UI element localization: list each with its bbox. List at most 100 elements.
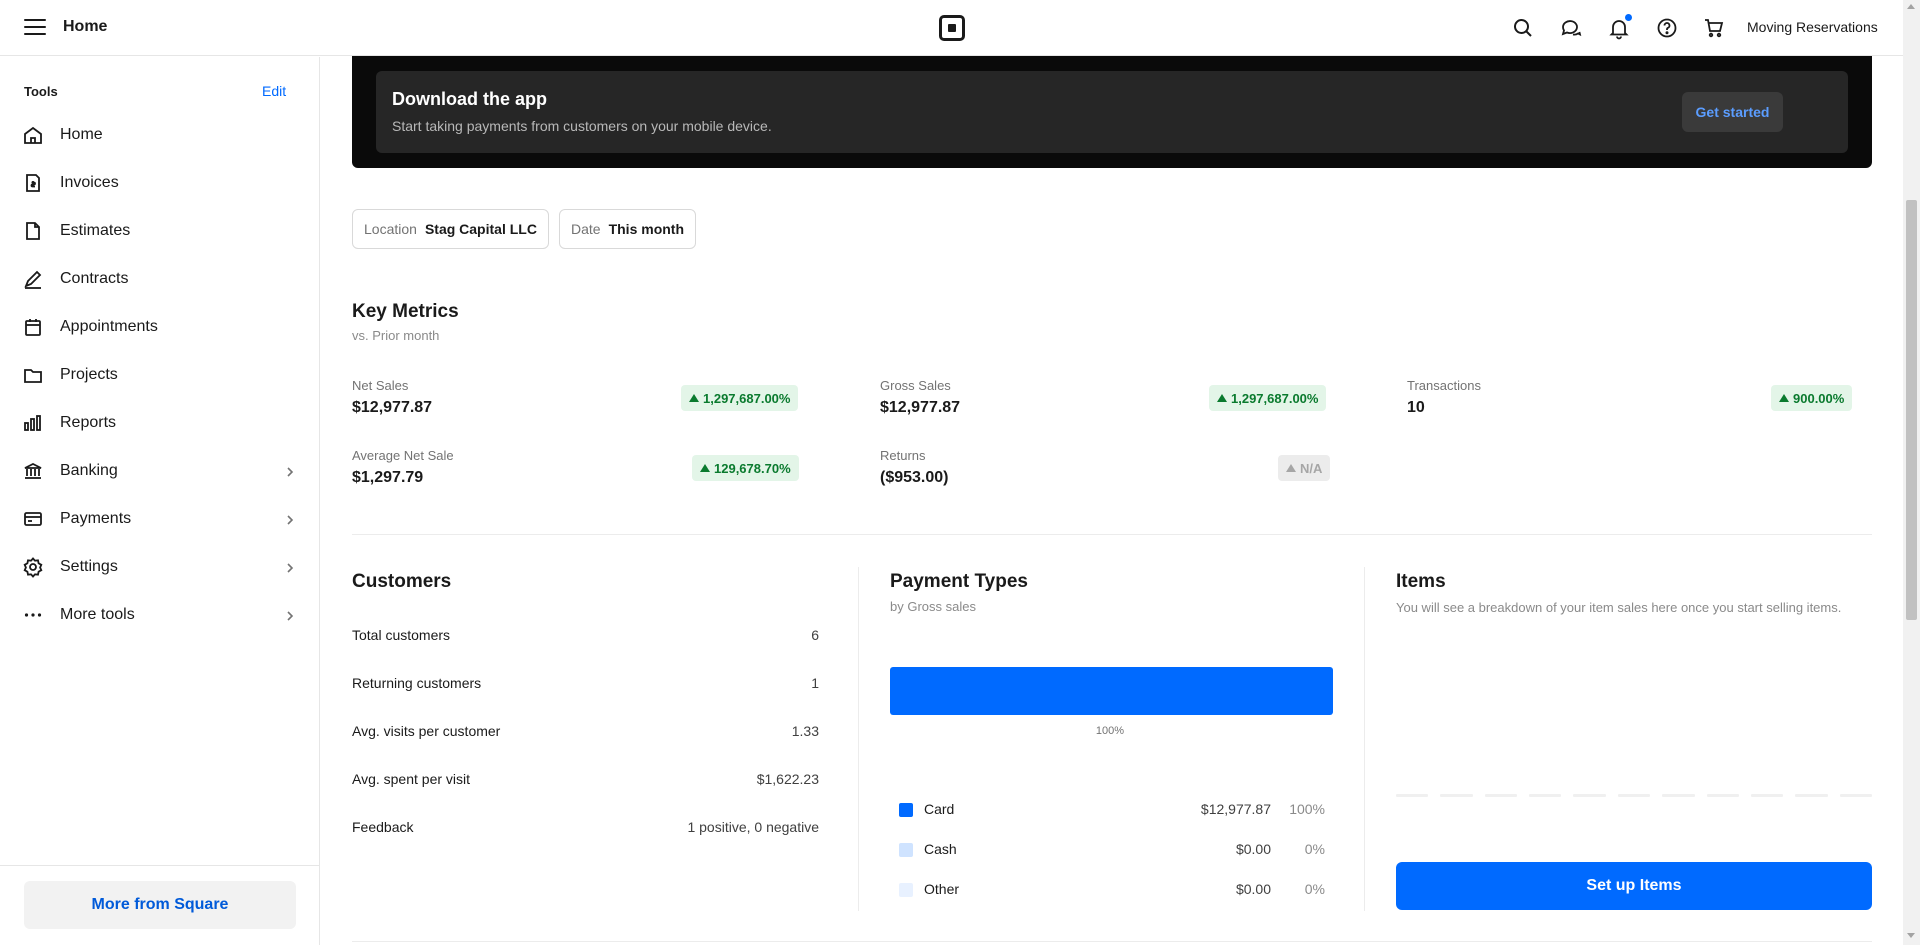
search-icon[interactable]: [1511, 16, 1535, 40]
get-started-button[interactable]: Get started: [1682, 92, 1783, 132]
home-icon: [22, 124, 44, 146]
metric-label: Transactions: [1407, 378, 1481, 393]
chevron-right-icon: [284, 465, 296, 477]
metric-label: Net Sales: [352, 378, 409, 393]
legend-swatch: [899, 803, 913, 817]
bar-percent-label: 100%: [1095, 725, 1125, 737]
filter-value: Stag Capital LLC: [424, 221, 537, 237]
tools-header: Tools: [24, 84, 58, 99]
sidebar-item-label: Payments: [60, 510, 132, 527]
metric-label: Returns: [880, 448, 926, 463]
bank-icon: [22, 460, 44, 482]
up-arrow-icon: [700, 464, 710, 472]
scroll-up-icon[interactable]: [1907, 4, 1915, 9]
payment-types-bar: [890, 667, 1333, 715]
sidebar-item-contracts[interactable]: Contracts: [0, 259, 319, 299]
pen-icon: [22, 268, 44, 290]
up-arrow-icon: [1217, 394, 1227, 402]
legend-swatch: [899, 883, 913, 897]
change-badge: 900.00%: [1771, 385, 1853, 411]
sidebar-item-more-tools[interactable]: More tools: [0, 595, 319, 635]
key-metrics-subtitle: vs. Prior month: [352, 328, 440, 343]
chevron-right-icon: [284, 609, 296, 621]
legend-row: Other $0.00 0%: [890, 880, 1333, 900]
change-badge: N/A: [1278, 455, 1331, 481]
sidebar-item-settings[interactable]: Settings: [0, 547, 319, 587]
scrollbar-thumb[interactable]: [1906, 200, 1917, 620]
change-badge: 1,297,687.00%: [681, 385, 799, 411]
location-filter[interactable]: Location Stag Capital LLC: [352, 209, 549, 249]
items-subtitle: You will see a breakdown of your item sa…: [1396, 600, 1842, 615]
sidebar-item-appointments[interactable]: Appointments: [0, 307, 319, 347]
sidebar-divider: [0, 865, 319, 866]
sidebar-item-label: Estimates: [60, 222, 131, 239]
folder-icon: [22, 364, 44, 386]
account-name[interactable]: Moving Reservations: [1747, 19, 1878, 35]
metric-value: $12,977.87: [880, 399, 961, 416]
date-filter[interactable]: Date This month: [559, 209, 697, 249]
sidebar-item-payments[interactable]: Payments: [0, 499, 319, 539]
customers-title: Customers: [352, 571, 452, 592]
payment-types-subtitle: by Gross sales: [890, 599, 976, 614]
bar-chart-icon: [22, 412, 44, 434]
messages-icon[interactable]: [1559, 16, 1583, 40]
metric-label: Average Net Sale: [352, 448, 454, 463]
sidebar-item-label: Contracts: [60, 270, 129, 287]
payment-types-title: Payment Types: [890, 571, 1028, 592]
metric-value: $1,297.79: [352, 469, 424, 486]
banner-subtitle: Start taking payments from customers on …: [392, 118, 772, 134]
sidebar-item-projects[interactable]: Projects: [0, 355, 319, 395]
more-from-square-button[interactable]: More from Square: [24, 881, 296, 929]
column-divider: [1364, 567, 1365, 911]
metric-value: 10: [1407, 399, 1425, 416]
download-app-banner: Download the app Start taking payments f…: [352, 56, 1872, 168]
legend-row: Card $12,977.87 100%: [890, 800, 1333, 820]
help-icon[interactable]: [1655, 16, 1679, 40]
list-item: Feedback 1 positive, 0 negative: [352, 819, 819, 835]
section-divider: [352, 941, 1872, 942]
up-arrow-icon: [689, 394, 699, 402]
banner-title: Download the app: [392, 89, 547, 109]
menu-icon[interactable]: [24, 19, 46, 37]
document-icon: [22, 220, 44, 242]
credit-card-icon: [22, 508, 44, 530]
change-badge: 129,678.70%: [692, 455, 799, 481]
sidebar-item-home[interactable]: Home: [0, 115, 319, 155]
up-arrow-icon: [1286, 464, 1296, 472]
page-scrollbar[interactable]: [1903, 0, 1920, 945]
gear-icon: [22, 556, 44, 578]
set-up-items-button[interactable]: Set up Items: [1396, 862, 1872, 910]
filter-value: This month: [608, 221, 685, 237]
chevron-right-icon: [284, 561, 296, 573]
list-item: Avg. spent per visit $1,622.23: [352, 771, 819, 787]
sidebar-item-banking[interactable]: Banking: [0, 451, 319, 491]
sidebar-item-reports[interactable]: Reports: [0, 403, 319, 443]
column-divider: [858, 567, 859, 911]
legend-swatch: [899, 843, 913, 857]
sidebar-item-label: Invoices: [60, 174, 119, 191]
chevron-right-icon: [284, 513, 296, 525]
cart-icon[interactable]: [1702, 16, 1726, 40]
banner-card: Download the app Start taking payments f…: [376, 71, 1848, 153]
page-title: Home: [63, 18, 108, 35]
scroll-down-icon[interactable]: [1907, 933, 1915, 938]
square-logo-icon[interactable]: [939, 15, 965, 41]
edit-tools-link[interactable]: Edit: [262, 83, 286, 99]
key-metrics-title: Key Metrics: [352, 301, 459, 322]
bell-icon[interactable]: [1607, 14, 1632, 40]
sidebar-item-invoices[interactable]: Invoices: [0, 163, 319, 203]
sidebar-item-estimates[interactable]: Estimates: [0, 211, 319, 251]
sidebar-item-label: Projects: [60, 366, 118, 383]
legend-row: Cash $0.00 0%: [890, 840, 1333, 860]
items-placeholder: [1396, 794, 1872, 797]
filter-key: Location: [364, 221, 417, 237]
up-arrow-icon: [1779, 394, 1789, 402]
sidebar-item-label: Appointments: [60, 318, 158, 335]
metric-label: Gross Sales: [880, 378, 951, 393]
notification-dot: [1625, 14, 1632, 21]
items-title: Items: [1396, 571, 1446, 592]
list-item: Returning customers 1: [352, 675, 819, 691]
change-badge: 1,297,687.00%: [1209, 385, 1327, 411]
sidebar-item-label: Home: [60, 126, 103, 143]
filter-key: Date: [571, 221, 601, 237]
